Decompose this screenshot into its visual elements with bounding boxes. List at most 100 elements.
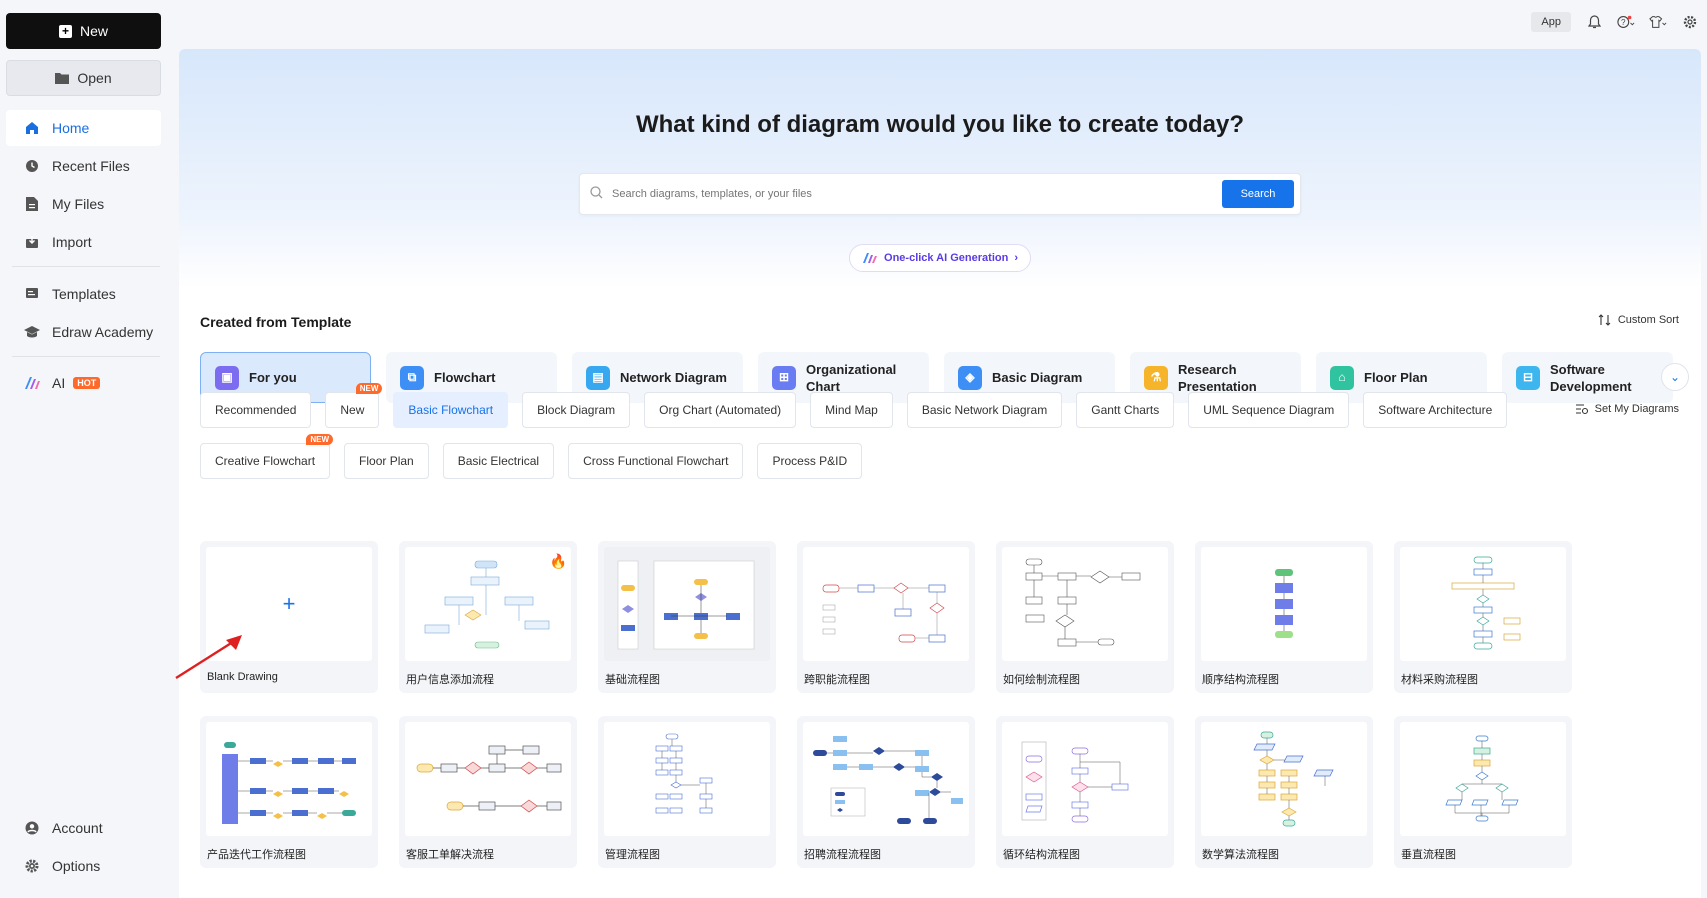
tag-label: Cross Functional Flowchart: [583, 454, 729, 468]
tag-org-chart-automated[interactable]: Org Chart (Automated): [644, 392, 797, 428]
annotation-arrow-icon: [175, 635, 242, 680]
set-my-diagrams-button[interactable]: Set My Diagrams: [1575, 403, 1679, 415]
templates-icon: [24, 286, 40, 302]
tag-recommended[interactable]: Recommended: [200, 392, 312, 428]
tag-basic-network-diagram[interactable]: Basic Network Diagram: [906, 392, 1063, 428]
template-card[interactable]: 顺序结构流程图: [1195, 541, 1373, 693]
category-label: Basic Diagram: [992, 370, 1083, 385]
tag-mind-map[interactable]: Mind Map: [810, 392, 893, 428]
sidebar-item-account[interactable]: Account: [6, 810, 161, 846]
template-card[interactable]: 如何绘制流程图: [996, 541, 1174, 693]
new-button[interactable]: + New: [6, 13, 161, 49]
search-input[interactable]: [606, 188, 1222, 200]
template-thumbnail: [405, 547, 571, 661]
sidebar-divider: [12, 266, 160, 267]
template-card[interactable]: 产品迭代工作流程图: [200, 716, 378, 868]
custom-sort-label: Custom Sort: [1617, 314, 1679, 326]
tag-label: Process P&ID: [772, 454, 848, 468]
sidebar-item-options[interactable]: Options: [6, 848, 161, 884]
tag-basic-flowchart[interactable]: Basic Flowchart: [393, 392, 509, 428]
tag-process-pid[interactable]: Process P&ID: [757, 443, 863, 479]
account-icon: [24, 820, 40, 836]
template-card[interactable]: 跨职能流程图: [797, 541, 975, 693]
floor-plan-icon: ⌂: [1330, 365, 1354, 390]
search-button[interactable]: Search: [1222, 180, 1294, 208]
tag-creative-flowchart[interactable]: Creative Flowchart NEW: [200, 434, 334, 479]
new-button-label: New: [79, 23, 108, 39]
template-card[interactable]: 材料采购流程图: [1394, 541, 1572, 693]
hot-badge: HOT: [73, 377, 101, 389]
template-card[interactable]: 🔥 用户信息添加流程: [399, 541, 577, 693]
page-title: What kind of diagram would you like to c…: [635, 111, 1245, 138]
tag-label: Basic Flowchart: [408, 403, 494, 417]
sidebar-item-recent-files[interactable]: Recent Files: [6, 148, 161, 184]
template-label: 客服工单解决流程: [406, 849, 494, 861]
sidebar-item-label: Account: [52, 820, 103, 836]
bell-icon[interactable]: [1585, 13, 1603, 31]
sidebar: + New Open Home Recent Files My Files Im…: [0, 0, 178, 898]
sidebar-item-label: My Files: [52, 196, 105, 212]
template-card[interactable]: 数学算法流程图: [1195, 716, 1373, 868]
home-icon: [24, 120, 40, 136]
sidebar-item-label: Options: [52, 858, 101, 874]
tag-uml-sequence-diagram[interactable]: UML Sequence Diagram: [1188, 392, 1350, 428]
chevron-right-icon: ›: [1014, 252, 1018, 264]
template-card[interactable]: 客服工单解决流程: [399, 716, 577, 868]
tag-basic-electrical[interactable]: Basic Electrical: [442, 443, 555, 479]
help-icon[interactable]: ?: [1617, 13, 1635, 31]
settings-icon[interactable]: [1681, 13, 1699, 31]
open-button-label: Open: [77, 70, 112, 86]
tag-label: Org Chart (Automated): [659, 403, 782, 417]
tag-new[interactable]: New NEW: [325, 383, 383, 428]
template-label: 管理流程图: [605, 849, 660, 861]
tag-label: Gantt Charts: [1091, 403, 1160, 417]
ai-generation-button[interactable]: One-click AI Generation ›: [849, 244, 1031, 272]
sidebar-item-ai[interactable]: AI HOT: [6, 365, 161, 401]
custom-sort-button[interactable]: Custom Sort: [1598, 314, 1679, 326]
template-card[interactable]: 基础流程图: [598, 541, 776, 693]
svg-text:?: ?: [1621, 18, 1626, 27]
template-card[interactable]: 垂直流程图: [1394, 716, 1572, 868]
category-label: Research Presentation: [1178, 361, 1257, 394]
chevron-down-icon[interactable]: ⌄: [1661, 363, 1689, 391]
tag-cross-functional-flowchart[interactable]: Cross Functional Flowchart: [568, 443, 744, 479]
sidebar-item-label: AI: [52, 375, 66, 391]
template-label: 产品迭代工作流程图: [207, 849, 306, 861]
sidebar-item-templates[interactable]: Templates: [6, 276, 161, 312]
ai-icon: [863, 253, 878, 263]
template-label: 招聘流程流程图: [804, 849, 881, 861]
category-label: Network Diagram: [620, 370, 727, 385]
section-title: Created from Template: [200, 314, 352, 330]
network-icon: ▤: [586, 365, 610, 390]
flowchart-icon: ⧉: [400, 365, 424, 390]
tag-software-architecture[interactable]: Software Architecture: [1363, 392, 1508, 428]
sidebar-item-import[interactable]: Import: [6, 224, 161, 260]
search-bar: Search: [579, 173, 1301, 215]
shirt-icon[interactable]: [1649, 13, 1667, 31]
sidebar-item-edraw-academy[interactable]: Edraw Academy: [6, 314, 161, 350]
ai-icon: [24, 375, 40, 391]
open-button[interactable]: Open: [6, 60, 161, 96]
template-label: 基础流程图: [605, 674, 660, 686]
app-button[interactable]: App: [1531, 12, 1571, 32]
sidebar-item-my-files[interactable]: My Files: [6, 186, 161, 222]
template-thumbnail: [1400, 722, 1566, 836]
sidebar-item-home[interactable]: Home: [6, 110, 161, 146]
tag-label: Floor Plan: [359, 454, 414, 468]
import-icon: [24, 234, 40, 250]
template-thumbnail: [1201, 547, 1367, 661]
tag-floor-plan[interactable]: Floor Plan: [344, 443, 429, 479]
template-card[interactable]: 管理流程图: [598, 716, 776, 868]
template-card[interactable]: 循环结构流程图: [996, 716, 1174, 868]
template-thumbnail: [1201, 722, 1367, 836]
template-label: 跨职能流程图: [804, 674, 870, 686]
basic-diagram-icon: ◈: [958, 365, 982, 390]
plus-icon: +: [58, 24, 72, 38]
tag-gantt-charts[interactable]: Gantt Charts: [1076, 392, 1175, 428]
template-card[interactable]: 招聘流程流程图: [797, 716, 975, 868]
tag-block-diagram[interactable]: Block Diagram: [522, 392, 631, 428]
tag-label: Recommended: [215, 403, 297, 417]
org-chart-icon: ⊞: [772, 365, 796, 390]
category-label: Floor Plan: [1364, 370, 1428, 385]
sidebar-item-label: Edraw Academy: [52, 324, 154, 340]
